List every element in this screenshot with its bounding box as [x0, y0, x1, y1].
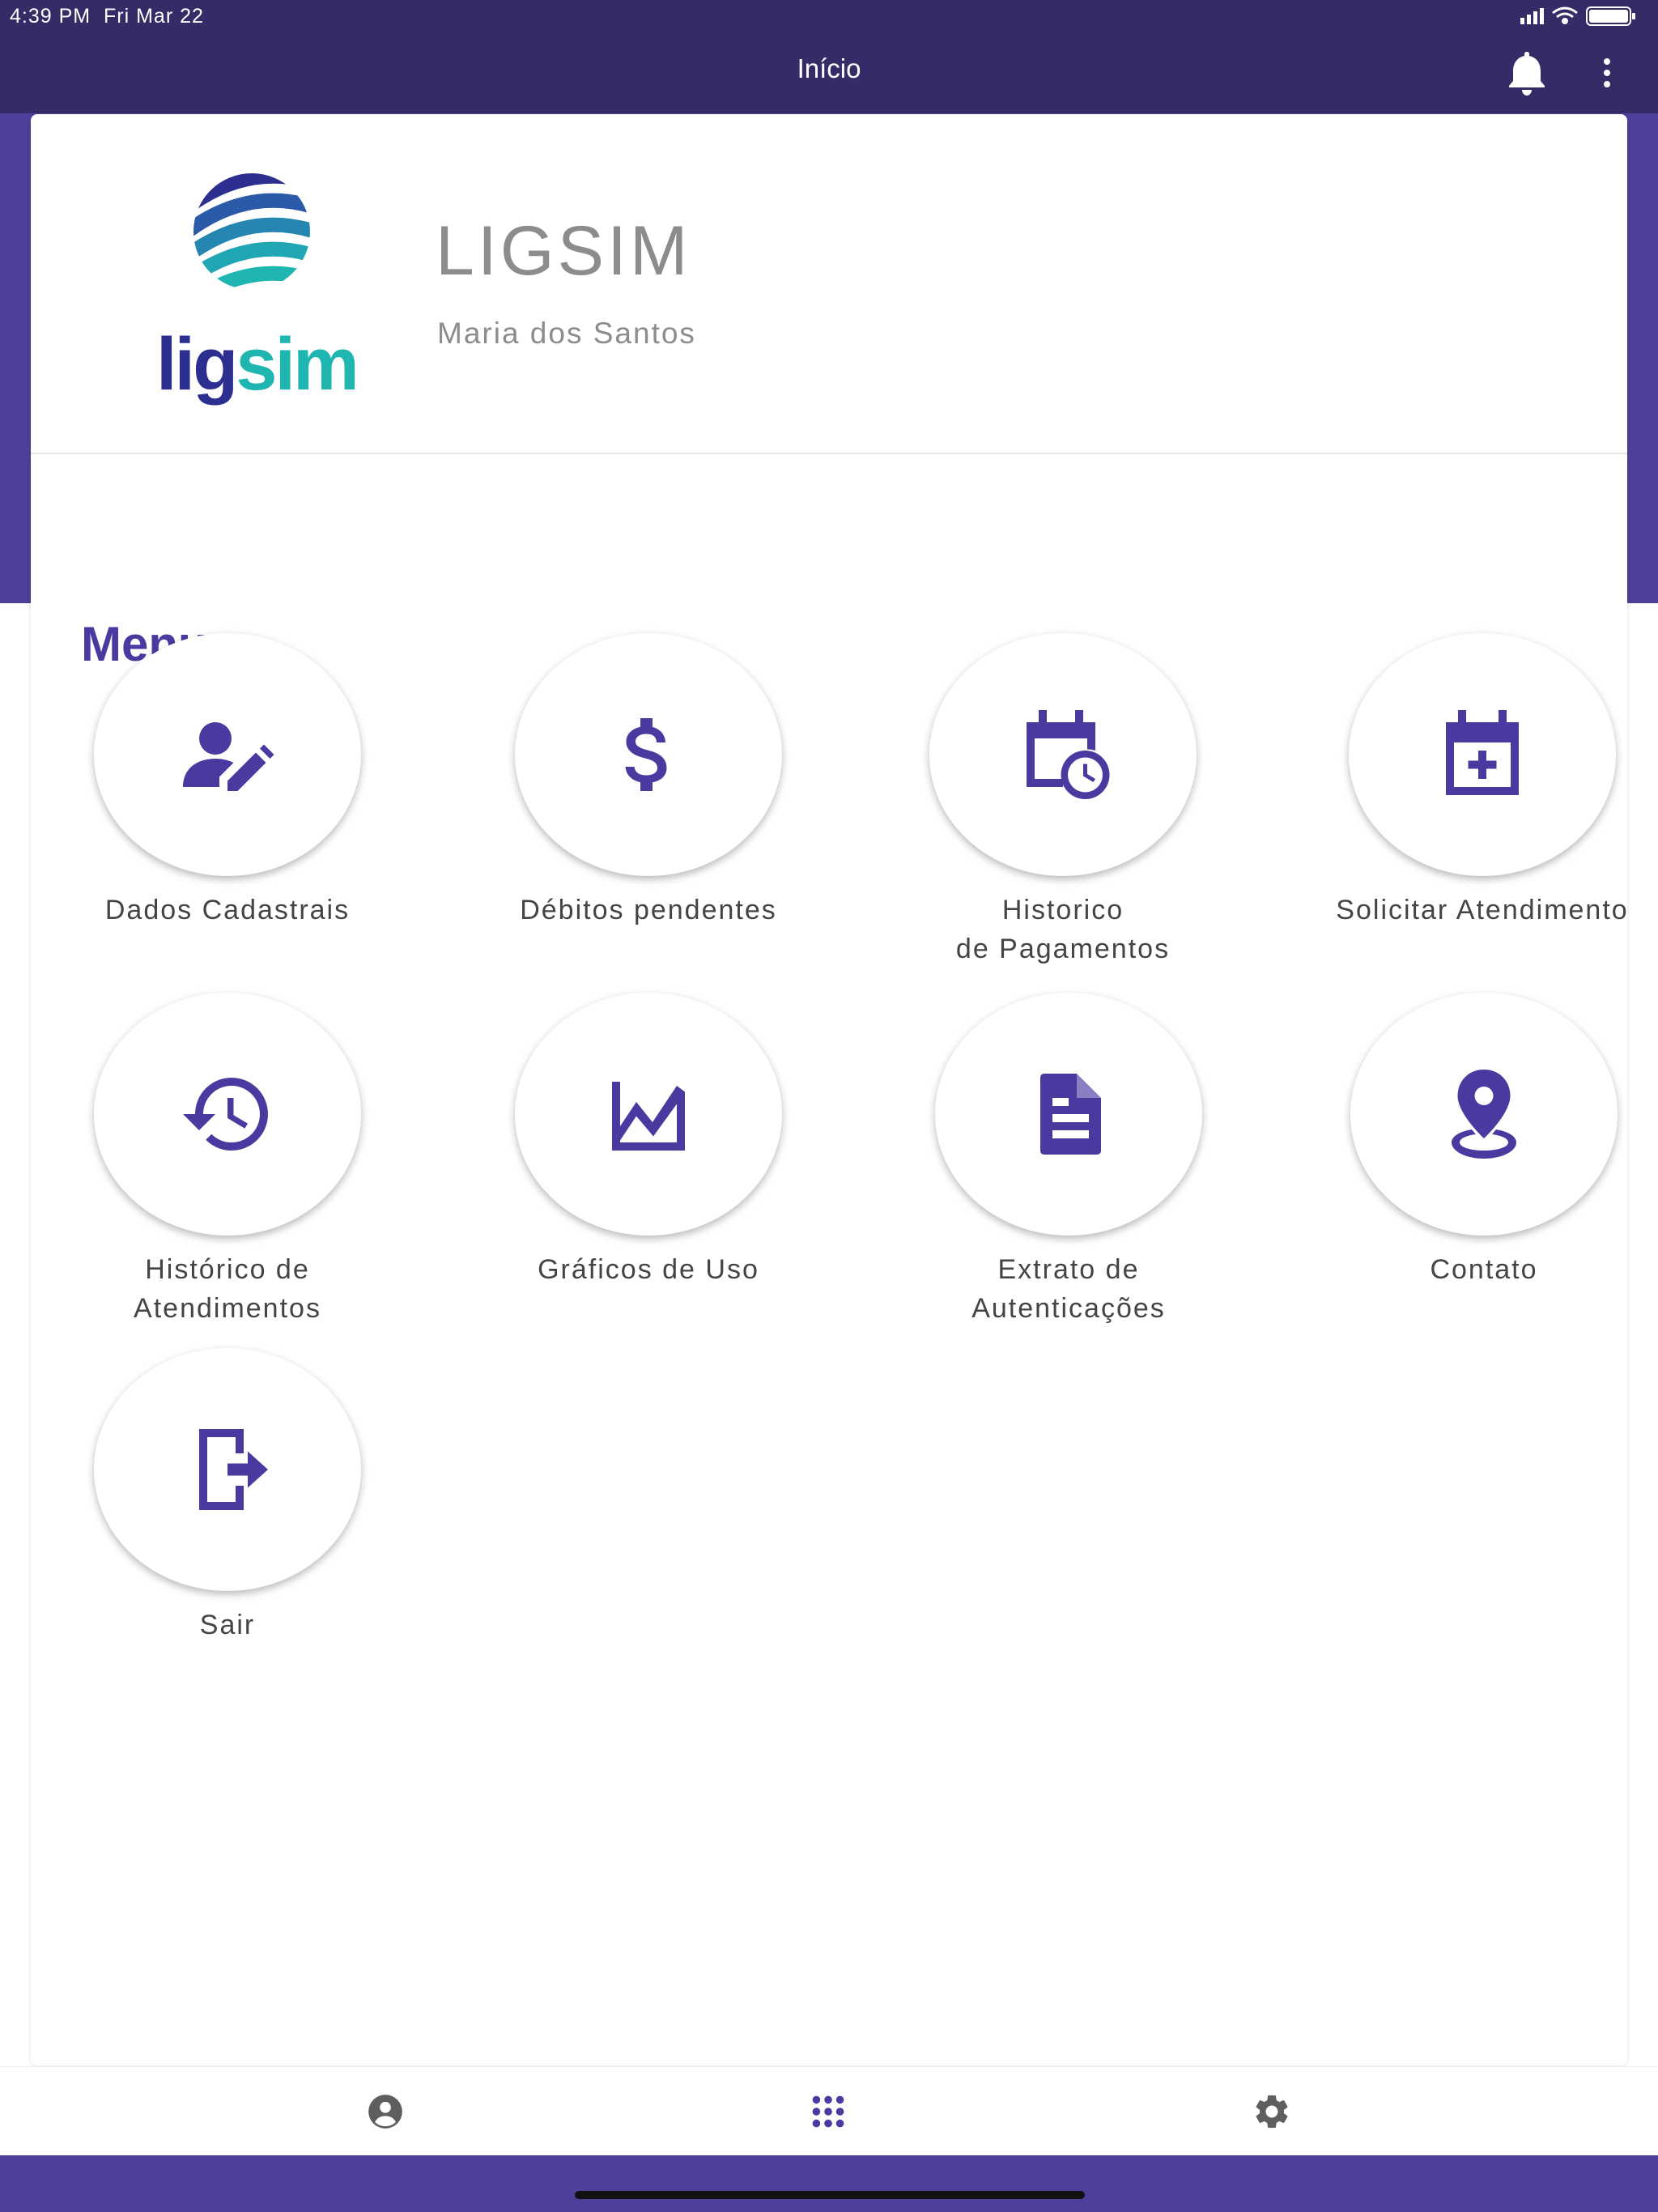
logout-icon: [199, 1429, 268, 1510]
gear-icon[interactable]: [1252, 2091, 1292, 2132]
menu-item-extrato-autenticacoes[interactable]: Extrato de Autenticações: [882, 993, 1255, 1328]
app-bar: Início: [0, 32, 1658, 113]
more-options-icon[interactable]: [1595, 57, 1619, 89]
ligsim-logo: ligsim: [124, 163, 367, 414]
menu-item-graficos-uso[interactable]: Gráficos de Uso: [462, 993, 835, 1289]
menu-item-label: Dados Cadastrais: [104, 895, 351, 925]
menu-item-historico-pagamentos[interactable]: Historico de Pagamentos: [877, 633, 1249, 968]
menu-item-button[interactable]: [94, 633, 361, 876]
page-title: Início: [797, 53, 861, 83]
chart-icon: [612, 1082, 685, 1151]
menu-item-label: Extrato de Autenticações: [971, 1254, 1166, 1324]
menu-item-button[interactable]: [515, 633, 782, 876]
menu-item-button[interactable]: [94, 1348, 361, 1591]
menu-item-button[interactable]: [94, 993, 361, 1236]
menu-item-button[interactable]: [1349, 633, 1616, 876]
menu-item-button[interactable]: [929, 633, 1197, 876]
main-card: ligsim LIGSIM Maria dos Santos Menu Dado…: [31, 114, 1627, 2065]
menu-item-contato[interactable]: Contato: [1298, 993, 1658, 1289]
dollar-icon: [625, 718, 667, 791]
calendar-clock-icon: [1027, 710, 1110, 799]
wifi-icon: [1552, 6, 1578, 24]
location-pin-icon: [1452, 1070, 1516, 1159]
profile-header: ligsim LIGSIM Maria dos Santos: [31, 114, 1627, 454]
menu-item-solicitar-atendimento[interactable]: Solicitar Atendimento: [1296, 633, 1658, 929]
menu-item-label: Solicitar Atendimento: [1336, 895, 1629, 925]
calendar-add-icon: [1446, 710, 1519, 795]
history-icon: [183, 1078, 268, 1151]
document-icon: [1040, 1074, 1101, 1155]
menu-item-label: Sair: [199, 1610, 256, 1640]
notification-bell-icon[interactable]: [1504, 49, 1550, 97]
user-name: Maria dos Santos: [437, 317, 696, 350]
account-circle-icon[interactable]: [365, 2091, 406, 2132]
signal-icon: [1520, 8, 1544, 24]
menu-item-label: Histórico de Atendimentos: [134, 1254, 321, 1324]
menu-item-label: Débitos pendentes: [520, 895, 777, 925]
menu-item-debitos-pendentes[interactable]: Débitos pendentes: [462, 633, 835, 929]
user-edit-icon: [183, 722, 274, 791]
menu-item-dados-cadastrais[interactable]: Dados Cadastrais: [41, 633, 414, 929]
bottom-navigation: [0, 2066, 1658, 2156]
menu-item-label: Gráficos de Uso: [538, 1254, 759, 1285]
menu-item-label: Historico de Pagamentos: [955, 895, 1171, 964]
company-name: LIGSIM: [436, 212, 691, 290]
status-icons: [1520, 5, 1642, 33]
status-bar: 4:39 PM Fri Mar 22: [0, 0, 1658, 32]
home-indicator[interactable]: [575, 2191, 1085, 2199]
battery-icon: [1586, 6, 1635, 26]
menu-item-sair[interactable]: Sair: [41, 1348, 414, 1644]
menu-item-button[interactable]: [1350, 993, 1618, 1236]
apps-grid-icon[interactable]: [808, 2091, 848, 2132]
menu-item-label: Contato: [1430, 1254, 1538, 1285]
menu-item-button[interactable]: [515, 993, 782, 1236]
home-indicator-bar: [0, 2155, 1658, 2212]
svg-text:ligsim: ligsim: [156, 323, 357, 406]
menu-item-historico-atendimentos[interactable]: Histórico de Atendimentos: [41, 993, 414, 1328]
menu-item-button[interactable]: [935, 993, 1202, 1236]
status-time: 4:39 PM Fri Mar 22: [10, 5, 204, 28]
